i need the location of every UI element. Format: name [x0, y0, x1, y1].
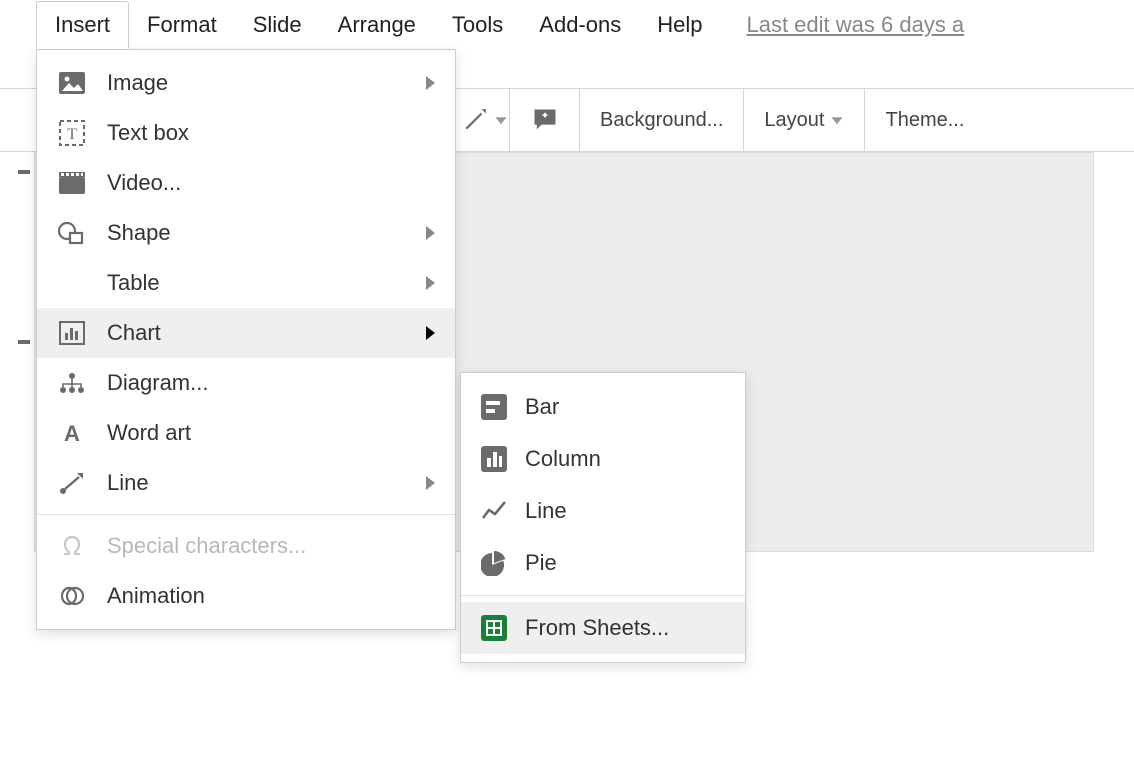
- insert-diagram[interactable]: Diagram...: [37, 358, 455, 408]
- textbox-icon: T: [55, 120, 89, 146]
- menu-label: Animation: [107, 583, 435, 609]
- menu-label: Chart: [107, 320, 426, 346]
- linechart-icon: [479, 500, 509, 522]
- insert-image[interactable]: Image: [37, 58, 455, 108]
- insert-animation[interactable]: Animation: [37, 571, 455, 621]
- toolbar-background-button[interactable]: Background...: [580, 89, 744, 151]
- menu-label: From Sheets...: [525, 615, 725, 641]
- insert-wordart[interactable]: A Word art: [37, 408, 455, 458]
- chart-bar[interactable]: Bar: [461, 381, 745, 433]
- omega-icon: [55, 534, 89, 558]
- menu-addons[interactable]: Add-ons: [521, 2, 639, 48]
- toolbar-theme-label: Theme...: [885, 109, 964, 132]
- bar-icon: [479, 394, 509, 420]
- sheets-icon: [479, 615, 509, 641]
- menubar: Insert Format Slide Arrange Tools Add-on…: [0, 0, 1134, 50]
- menu-insert[interactable]: Insert: [36, 1, 129, 49]
- last-edit-link[interactable]: Last edit was 6 days a: [720, 12, 964, 38]
- menu-tools[interactable]: Tools: [434, 2, 521, 48]
- thumbnail-indicator: [18, 340, 30, 344]
- line-tool-icon: [462, 107, 488, 133]
- menu-label: Line: [107, 470, 426, 496]
- column-icon: [479, 446, 509, 472]
- chart-submenu: Bar Column Line Pie From Sheets...: [460, 372, 746, 663]
- menu-label: Line: [525, 498, 725, 524]
- menu-divider: [461, 595, 745, 596]
- submenu-arrow-icon: [426, 276, 435, 290]
- menu-label: Diagram...: [107, 370, 435, 396]
- video-icon: [55, 172, 89, 194]
- wordart-icon: A: [55, 421, 89, 445]
- toolbar-layout-label: Layout: [764, 109, 824, 132]
- insert-menu-dropdown: Image T Text box Video... Shape Table Ch…: [36, 49, 456, 630]
- insert-textbox[interactable]: T Text box: [37, 108, 455, 158]
- menu-label: Column: [525, 446, 725, 472]
- chart-icon: [55, 321, 89, 345]
- toolbar-layout-button[interactable]: Layout: [744, 89, 865, 151]
- caret-down-icon: [830, 113, 844, 127]
- insert-table[interactable]: Table: [37, 258, 455, 308]
- submenu-arrow-icon: [426, 476, 435, 490]
- menu-label: Pie: [525, 550, 725, 576]
- menu-divider: [37, 514, 455, 515]
- submenu-arrow-icon: [426, 226, 435, 240]
- menu-help[interactable]: Help: [639, 2, 720, 48]
- chart-pie[interactable]: Pie: [461, 537, 745, 589]
- menu-label: Word art: [107, 420, 435, 446]
- menu-label: Text box: [107, 120, 435, 146]
- toolbar-comment-button[interactable]: [510, 89, 580, 151]
- menu-format[interactable]: Format: [129, 2, 235, 48]
- insert-shape[interactable]: Shape: [37, 208, 455, 258]
- chart-line[interactable]: Line: [461, 485, 745, 537]
- image-icon: [55, 72, 89, 94]
- submenu-arrow-icon: [426, 326, 435, 340]
- chart-column[interactable]: Column: [461, 433, 745, 485]
- line-icon: [55, 471, 89, 495]
- diagram-icon: [55, 372, 89, 394]
- svg-text:A: A: [64, 421, 80, 445]
- insert-special-characters: Special characters...: [37, 521, 455, 571]
- menu-label: Video...: [107, 170, 435, 196]
- menu-label: Shape: [107, 220, 426, 246]
- add-comment-icon: [531, 106, 559, 134]
- animation-icon: [55, 584, 89, 608]
- submenu-arrow-icon: [426, 76, 435, 90]
- insert-chart[interactable]: Chart: [37, 308, 455, 358]
- menu-label: Special characters...: [107, 533, 435, 559]
- thumbnail-indicator: [18, 170, 30, 174]
- insert-line[interactable]: Line: [37, 458, 455, 508]
- menu-arrange[interactable]: Arrange: [320, 2, 434, 48]
- shape-icon: [55, 221, 89, 245]
- svg-text:T: T: [67, 126, 77, 143]
- menu-label: Image: [107, 70, 426, 96]
- menu-slide[interactable]: Slide: [235, 2, 320, 48]
- menu-label: Table: [107, 270, 426, 296]
- menu-label: Bar: [525, 394, 725, 420]
- toolbar-paint-format[interactable]: [460, 89, 510, 151]
- insert-video[interactable]: Video...: [37, 158, 455, 208]
- chart-from-sheets[interactable]: From Sheets...: [461, 602, 745, 654]
- pie-icon: [479, 550, 509, 576]
- toolbar-background-label: Background...: [600, 109, 723, 132]
- toolbar-theme-button[interactable]: Theme...: [865, 89, 984, 151]
- caret-down-icon: [494, 113, 508, 127]
